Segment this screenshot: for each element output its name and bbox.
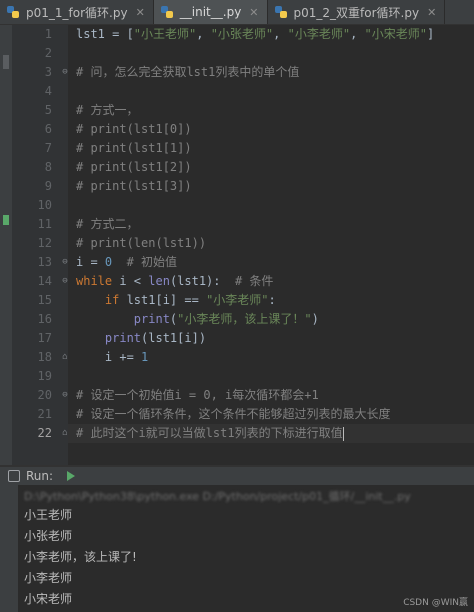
code-line[interactable]: if lst1[i] == "小李老师": (76, 291, 276, 310)
python-file-icon (6, 5, 20, 19)
line-number: 18 (37, 350, 52, 364)
line-number-gutter: 1 2 3 4 5 6 7 8 9 10 11 12 13 14 15 16 1… (12, 25, 68, 465)
code-line[interactable]: # 设定一个初始值i = 0, i每次循环都会+1 (76, 386, 319, 405)
line-number: 21 (37, 407, 52, 421)
code-line[interactable]: # print(lst1[3]) (76, 177, 192, 196)
line-number: 11 (37, 217, 52, 231)
console-output-line: 小宋老师 (24, 592, 73, 606)
tab-label: p01_1_for循环.py (26, 5, 128, 20)
watermark: CSDN @WIN赢 (403, 598, 468, 608)
left-tool-strip (0, 25, 12, 465)
console-output-line: 小李老师，该上课了! (24, 550, 137, 564)
tab-p01-2-double-for[interactable]: p01_2_双重for循环.py ✕ (268, 0, 446, 24)
run-config-icon (8, 470, 20, 482)
code-line[interactable]: # 方式一， (76, 101, 138, 120)
python-file-icon (274, 5, 288, 19)
code-editor[interactable]: lst1 = ["小王老师", "小张老师", "小李老师", "小宋老师"] … (68, 25, 474, 465)
line-number: 3 (44, 65, 52, 79)
code-line[interactable]: # print(lst1[0]) (76, 120, 192, 139)
run-toolbar: Run: (0, 466, 474, 485)
close-icon[interactable]: ✕ (249, 6, 258, 19)
play-icon[interactable] (67, 471, 76, 481)
line-number: 9 (44, 179, 52, 193)
console-output-line: 小李老师 (24, 571, 73, 585)
tab-label: p01_2_双重for循环.py (293, 5, 420, 20)
run-label: Run: (26, 469, 54, 483)
text-caret (342, 426, 344, 441)
line-number: 8 (44, 160, 52, 174)
console-output-line: 小王老师 (24, 508, 73, 522)
line-number: 15 (37, 293, 52, 307)
line-number: 6 (44, 122, 52, 136)
line-number: 12 (37, 236, 52, 250)
close-icon[interactable]: ✕ (136, 6, 145, 19)
line-number: 10 (37, 198, 52, 212)
code-line[interactable]: i = 0 # 初始值 (76, 253, 177, 272)
close-icon[interactable]: ✕ (427, 6, 436, 19)
tool-marker[interactable] (3, 55, 9, 69)
line-number: 2 (44, 46, 52, 60)
line-number: 17 (37, 331, 52, 345)
line-number: 14 (37, 274, 52, 288)
code-line-current[interactable]: # 此时这个i就可以当做lst1列表的下标进行取值 (76, 424, 344, 443)
console-output-line: 小张老师 (24, 529, 73, 543)
tab-p01-1-for[interactable]: p01_1_for循环.py ✕ (0, 0, 154, 24)
run-console[interactable]: D:\Python\Python38\python.exe D:/Python/… (0, 485, 474, 612)
line-number: 16 (37, 312, 52, 326)
code-line[interactable]: i += 1 (76, 348, 148, 367)
code-line[interactable]: # print(lst1[2]) (76, 158, 192, 177)
line-number: 19 (37, 369, 52, 383)
console-side-toolbar (0, 485, 18, 612)
line-number-current: 22 (37, 426, 52, 440)
line-number: 20 (37, 388, 52, 402)
code-line[interactable]: print("小李老师，该上课了！") (76, 310, 319, 329)
code-line[interactable]: # print(len(lst1)) (76, 234, 206, 253)
line-number: 4 (44, 84, 52, 98)
line-number: 5 (44, 103, 52, 117)
code-line[interactable]: # print(lst1[1]) (76, 139, 192, 158)
editor-tabs: p01_1_for循环.py ✕ __init__.py ✕ p01_2_双重f… (0, 0, 474, 25)
code-line[interactable]: # 设定一个循环条件，这个条件不能够超过列表的最大长度 (76, 405, 390, 424)
tab-label: __init__.py (179, 5, 242, 19)
code-line[interactable]: while i < len(lst1): # 条件 (76, 272, 273, 291)
tab-init[interactable]: __init__.py ✕ (153, 0, 268, 24)
change-marker (3, 215, 9, 225)
line-number: 1 (44, 27, 52, 41)
code-line[interactable]: print(lst1[i]) (76, 329, 206, 348)
code-line[interactable]: # 问，怎么完全获取lst1列表中的单个值 (76, 63, 299, 82)
code-line[interactable]: # 方式二， (76, 215, 138, 234)
python-file-icon (160, 5, 174, 19)
code-line[interactable]: lst1 = ["小王老师", "小张老师", "小李老师", "小宋老师"] (76, 25, 434, 44)
line-number: 7 (44, 141, 52, 155)
run-command-line: D:\Python\Python38\python.exe D:/Python/… (24, 490, 411, 503)
line-number: 13 (37, 255, 52, 269)
